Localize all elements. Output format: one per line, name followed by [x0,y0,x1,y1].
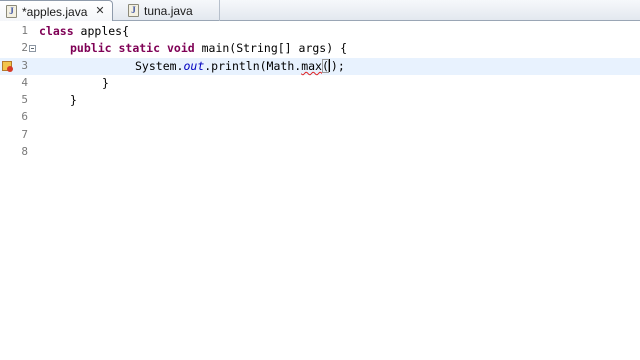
line-number: 8 [21,145,28,158]
code-line-4: } [102,76,109,90]
line-number: 5 [21,93,28,106]
code-line-2: public static void main(String[] args) { [70,41,347,55]
tab-apples-java[interactable]: J *apples.java ✕ [0,0,113,22]
code-line-5: } [70,93,77,107]
close-icon[interactable]: ✕ [95,6,104,17]
tab-label: *apples.java [22,4,88,19]
editor-tab-bar: J *apples.java ✕ J tuna.java [0,0,640,22]
class-declaration: apples{ [73,24,130,38]
tab-tuna-java[interactable]: J tuna.java [122,0,220,21]
line-number: 4 [21,76,28,89]
java-file-icon: J [6,5,17,18]
system-ref: System. [135,59,184,73]
line-number-gutter: 1 2 3 4 5 6 7 8 [0,21,38,360]
line-number: 6 [21,110,28,123]
max-method-error: max [301,59,322,73]
out-field: out [183,59,205,73]
line-number: 2 [21,41,28,54]
error-quickfix-icon[interactable] [2,61,13,72]
code-editor[interactable]: 1 2 3 4 5 6 7 8 class apples{ public sta… [0,21,640,360]
keyword-class: class [39,24,74,38]
keyword-static: static [118,41,161,55]
keyword-void: void [166,41,195,55]
line-number: 7 [21,128,28,141]
println-call: .println(Math. [204,59,302,73]
tab-label: tuna.java [144,3,193,18]
code-line-1: class apples{ [39,24,129,38]
close-paren: ); [330,59,345,73]
method-signature: main(String[] args) { [194,41,347,55]
keyword-public: public [70,41,112,55]
open-paren: ( [321,59,329,73]
line-number: 1 [21,24,28,37]
line-number: 3 [21,59,28,72]
fold-collapse-icon[interactable] [29,45,36,52]
java-file-icon: J [128,4,139,17]
code-line-3: System.out.println(Math.max(); [135,59,345,73]
